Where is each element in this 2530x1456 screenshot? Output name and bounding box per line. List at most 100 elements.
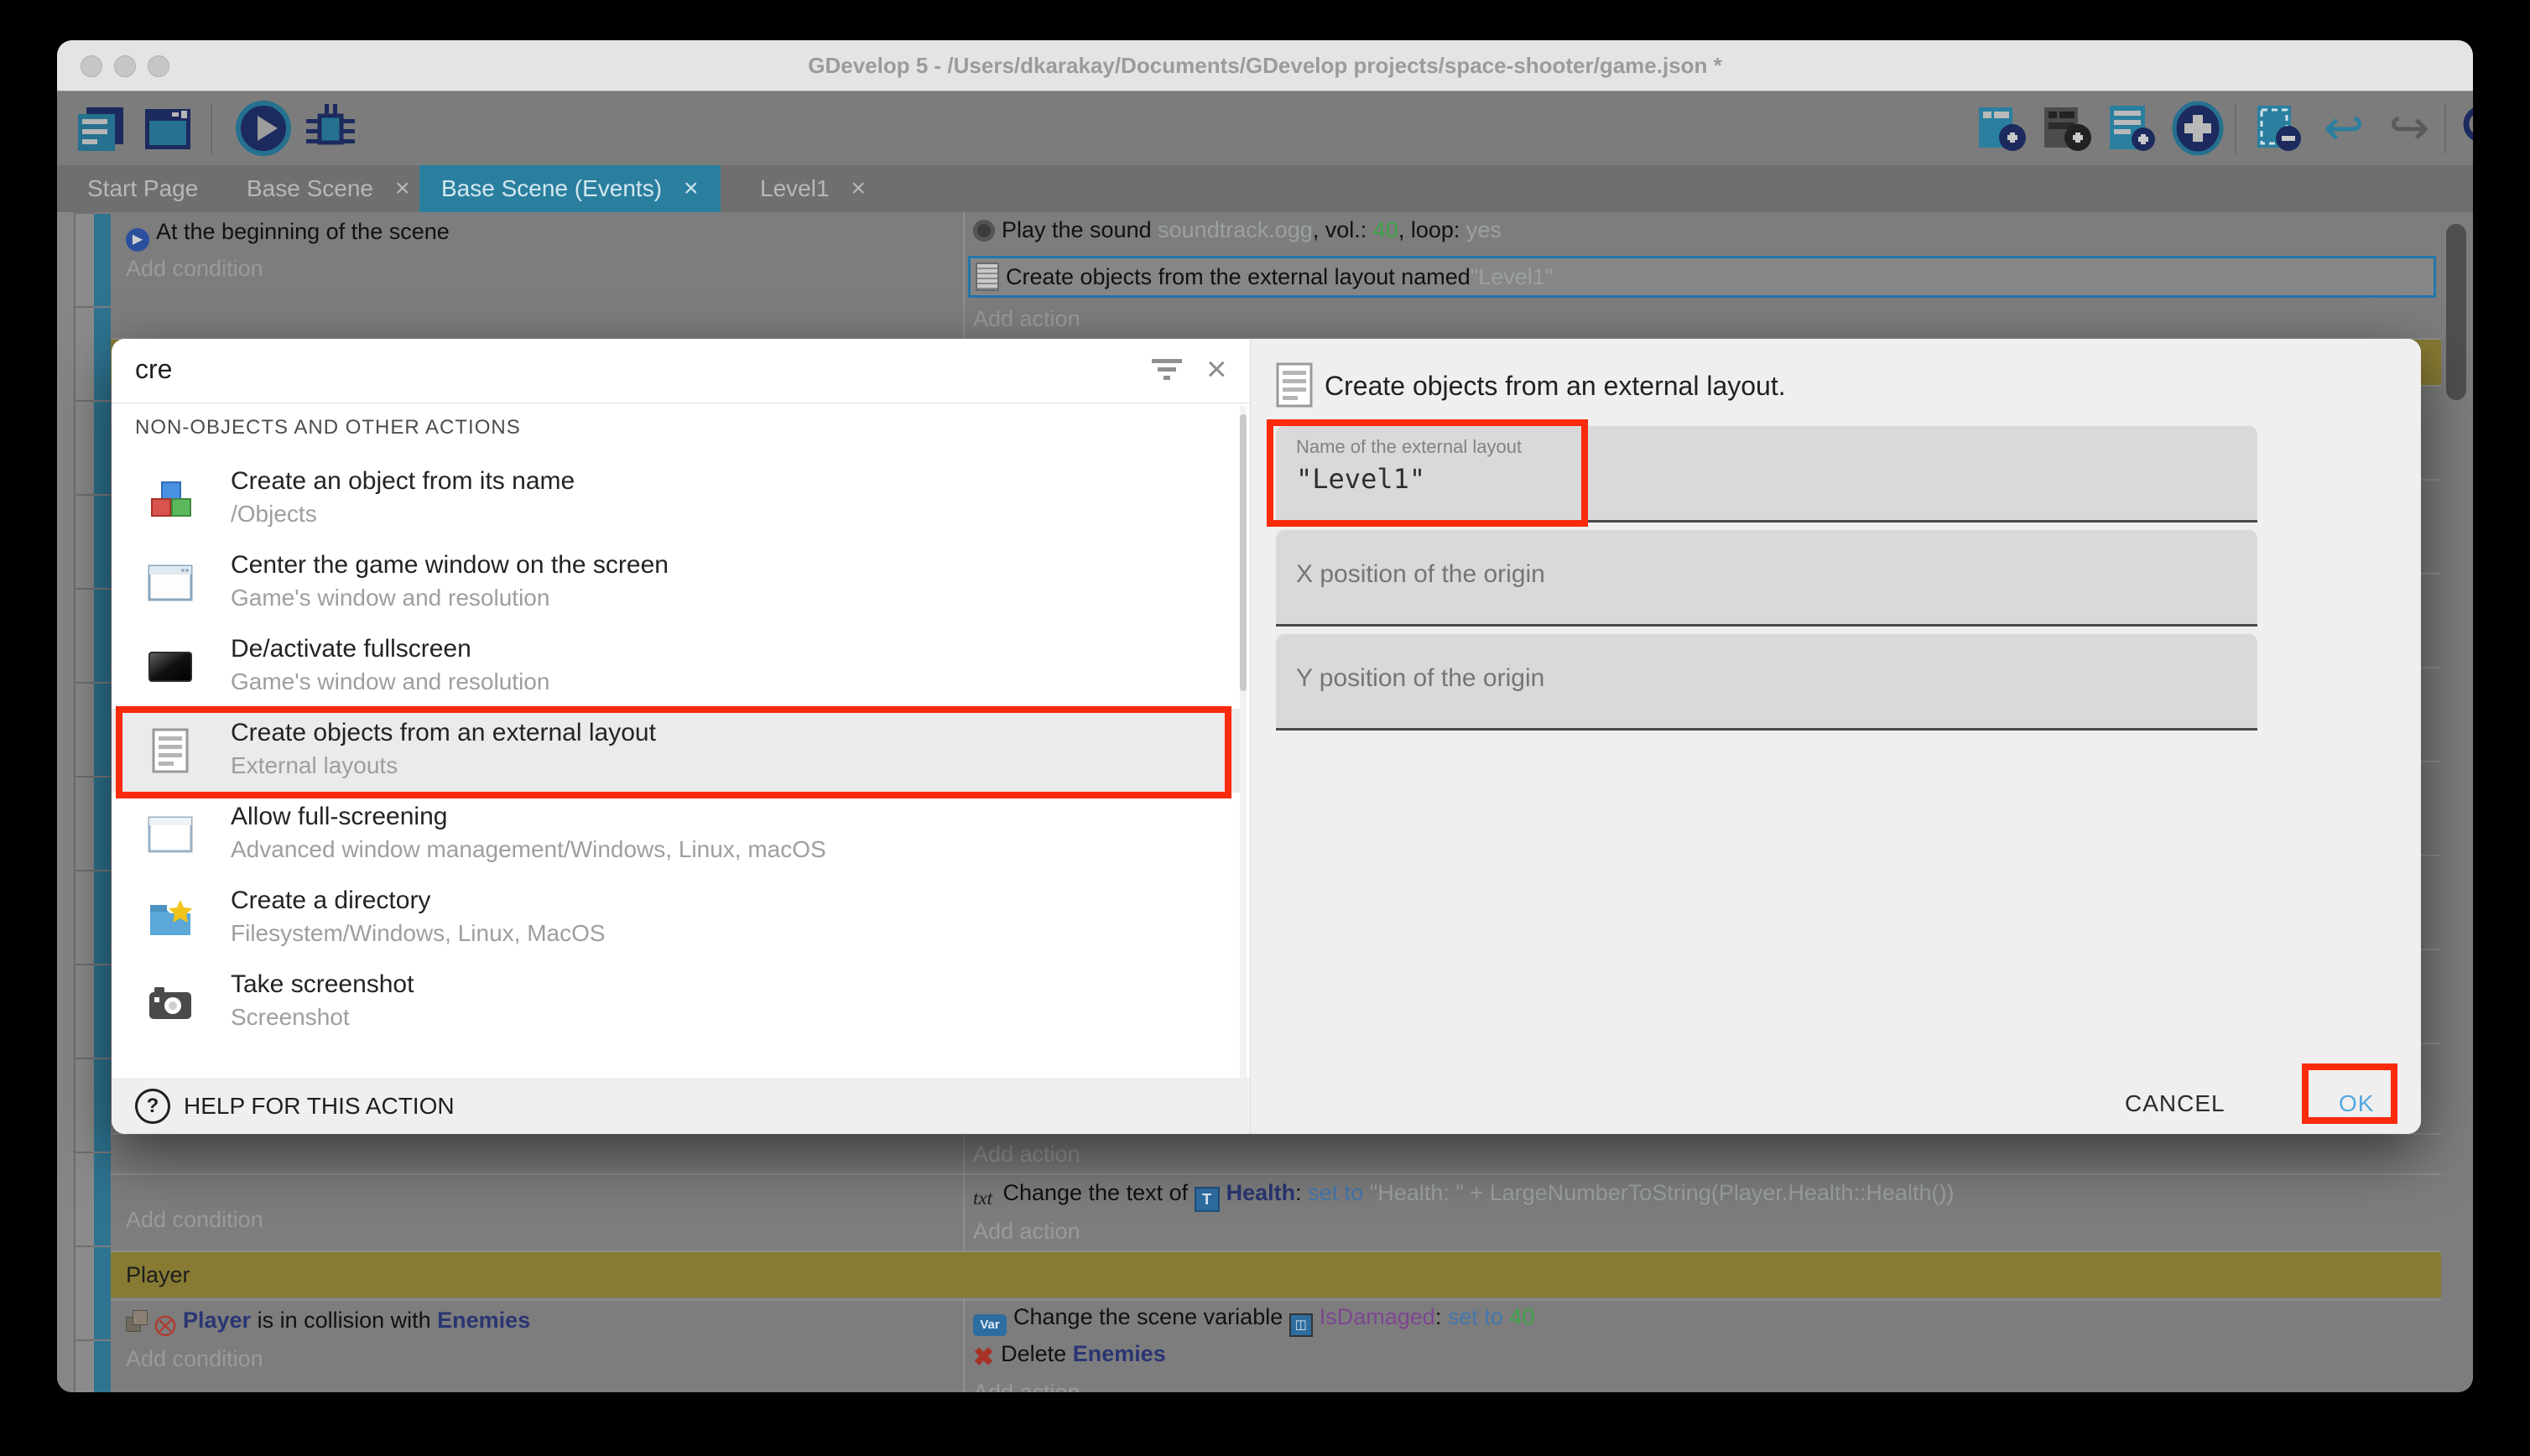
events-indent-bar (94, 212, 111, 1392)
event-action-row[interactable]: Play the sound soundtrack.ogg, vol.: 40,… (973, 217, 1502, 243)
tab-base-scene[interactable]: Base Scene × (225, 165, 432, 212)
begin-scene-icon: ▶ (126, 228, 149, 252)
action-object: Enemies (1073, 1341, 1166, 1366)
txt-icon: txt (973, 1188, 992, 1209)
action-expression: "Health: " + LargeNumberToString(Player.… (1370, 1180, 1955, 1205)
events-scrollbar[interactable] (2446, 224, 2466, 400)
window-outline-icon (147, 811, 194, 858)
project-manager-icon[interactable] (70, 98, 131, 159)
row-separator (111, 1173, 2441, 1175)
action-text: , vol.: (1313, 217, 1373, 242)
tab-close-icon[interactable]: × (684, 174, 699, 203)
add-action-link[interactable]: Add action (973, 1219, 1080, 1245)
collision-icon: ⨂ (154, 1312, 176, 1338)
annotation-box-name-field (1267, 419, 1588, 527)
tab-label: Level1 (760, 175, 830, 202)
tab-close-icon[interactable]: × (395, 174, 410, 203)
condition-text: is in collision with (251, 1308, 437, 1333)
tab-base-scene-events[interactable]: Base Scene (Events) × (419, 165, 721, 212)
add-subevent-icon[interactable] (2037, 98, 2097, 159)
debug-icon[interactable] (300, 98, 361, 159)
action-title: Center the game window on the screen (231, 551, 669, 580)
selected-action-row[interactable]: Create objects from the external layout … (968, 256, 2436, 298)
action-list-item[interactable]: Allow full-screening Advanced window man… (112, 793, 1240, 876)
annotation-box-selected-action (116, 706, 1231, 798)
action-title: Allow full-screening (231, 803, 447, 831)
external-layout-icon (976, 263, 999, 291)
external-layout-icon (1276, 362, 1313, 412)
action-text: Change the text of (1002, 1180, 1194, 1205)
action-text: Play the sound (1002, 217, 1158, 242)
action-text: , loop: (1398, 217, 1466, 242)
event-action-row[interactable]: VarChange the scene variable ◫IsDamaged:… (973, 1304, 1534, 1337)
folder-icon (147, 895, 194, 942)
event-condition-row[interactable]: ⨂Player is in collision with Enemies (126, 1308, 530, 1338)
action-list-item[interactable]: Create a directory Filesystem/Windows, L… (112, 876, 1240, 960)
undo-icon[interactable]: ↩ (2314, 98, 2374, 159)
fullscreen-icon (147, 643, 194, 690)
tab-start-page[interactable]: Start Page (65, 165, 220, 212)
tab-close-icon[interactable]: × (851, 174, 867, 203)
row-separator (111, 1299, 2441, 1301)
scene-editor-icon[interactable] (138, 98, 198, 159)
toolbar-separator (211, 103, 212, 153)
action-param: soundtrack.ogg (1158, 217, 1313, 242)
action-param: 40 (1373, 217, 1398, 242)
field-placeholder: X position of the origin (1296, 560, 1545, 589)
action-list-scrollbar[interactable] (1240, 406, 1247, 1094)
action-search-bar[interactable]: cre × (112, 339, 1250, 403)
condition-text: At the beginning of the scene (156, 219, 450, 244)
camera-icon (147, 979, 194, 1026)
action-title: De/activate fullscreen (231, 635, 471, 663)
y-position-field[interactable]: Y position of the origin (1276, 634, 2257, 731)
add-other-icon[interactable] (2168, 98, 2228, 159)
group-header-player[interactable]: Player (111, 1252, 2441, 1297)
game-window-icon (147, 559, 194, 606)
help-link[interactable]: HELP FOR THIS ACTION (184, 1093, 455, 1120)
toolbar-separator (2235, 103, 2236, 153)
titlebar: GDevelop 5 - /Users/dkarakay/Documents/G… (57, 40, 2473, 91)
events-left-margin (57, 212, 74, 1392)
action-list-item[interactable]: Take screenshot Screenshot (112, 960, 1240, 1044)
action-param: 40 (1509, 1304, 1534, 1329)
add-comment-icon[interactable] (2102, 98, 2163, 159)
play-icon[interactable] (233, 98, 294, 159)
sound-icon (973, 220, 995, 242)
action-text: : (1435, 1304, 1448, 1329)
action-subtitle: Screenshot (231, 1004, 350, 1031)
action-list-item[interactable]: Create an object from its name /Objects (112, 457, 1240, 541)
action-param: yes (1466, 217, 1502, 242)
condition-object: Player (183, 1308, 251, 1333)
cancel-button[interactable]: CANCEL (2125, 1090, 2225, 1117)
search-input[interactable]: cre (135, 354, 172, 385)
action-title: Create an object from its name (231, 467, 575, 496)
action-subtitle: Filesystem/Windows, Linux, MacOS (231, 920, 606, 947)
app-window: GDevelop 5 - /Users/dkarakay/Documents/G… (57, 40, 2473, 1392)
objects-cubes-icon (147, 476, 194, 523)
delete-event-icon[interactable] (2248, 98, 2309, 159)
add-condition-link[interactable]: Add condition (126, 256, 263, 282)
action-text: : (1295, 1180, 1308, 1205)
action-list-item[interactable]: Center the game window on the screen Gam… (112, 541, 1240, 625)
add-action-link[interactable]: Add action (973, 1141, 1080, 1167)
action-operator: set to (1308, 1180, 1370, 1205)
event-action-row[interactable]: txt Change the text of THealth: set to "… (973, 1180, 1954, 1212)
filter-icon[interactable] (1152, 357, 1185, 384)
objects-pair-icon (126, 1310, 148, 1332)
event-action-row[interactable]: ✖Delete Enemies (973, 1341, 1166, 1372)
add-condition-link[interactable]: Add condition (126, 1207, 263, 1233)
search-icon[interactable] (2455, 98, 2473, 159)
close-icon[interactable]: × (1206, 349, 1227, 389)
add-action-link[interactable]: Add action (973, 306, 1080, 332)
x-position-field[interactable]: X position of the origin (1276, 530, 2257, 627)
redo-icon[interactable]: ↪ (2379, 98, 2439, 159)
add-condition-link[interactable]: Add condition (126, 1346, 263, 1372)
event-condition-row[interactable]: ▶ At the beginning of the scene (126, 219, 450, 252)
action-list-item[interactable]: De/activate fullscreen Game's window and… (112, 625, 1240, 709)
add-event-icon[interactable] (1971, 98, 2032, 159)
action-operator: set to (1448, 1304, 1510, 1329)
help-icon[interactable]: ? (135, 1089, 170, 1124)
add-action-link[interactable]: Add action (973, 1380, 1080, 1392)
group-title: Player (126, 1262, 190, 1287)
tab-level1[interactable]: Level1 × (738, 165, 888, 212)
